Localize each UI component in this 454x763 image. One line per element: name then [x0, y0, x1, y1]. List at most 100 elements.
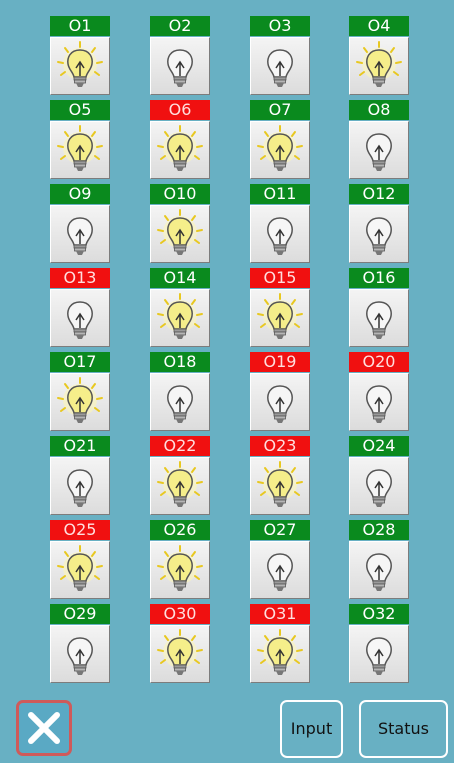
lightbulb-icon [257, 461, 303, 507]
lightbulb-icon [67, 469, 93, 507]
lightbulb-icon [366, 469, 392, 507]
output-cell: O15 [250, 268, 310, 347]
lightbulb-icon [366, 301, 392, 339]
lightbulb-icon [366, 385, 392, 423]
output-cell: O12 [349, 184, 409, 263]
input-button[interactable]: Input [280, 700, 343, 758]
output-label: O15 [250, 268, 310, 288]
output-toggle-button[interactable] [349, 121, 409, 179]
output-toggle-button[interactable] [150, 625, 210, 683]
output-label: O3 [250, 16, 310, 36]
lightbulb-icon [67, 301, 93, 339]
output-cell: O23 [250, 436, 310, 515]
output-cell: O4 [349, 16, 409, 95]
output-label: O1 [50, 16, 110, 36]
output-label: O11 [250, 184, 310, 204]
output-label: O26 [150, 520, 210, 540]
output-toggle-button[interactable] [250, 121, 310, 179]
lightbulb-icon [67, 217, 93, 255]
output-toggle-button[interactable] [150, 37, 210, 95]
output-label: O17 [50, 352, 110, 372]
lightbulb-icon [366, 553, 392, 591]
output-toggle-button[interactable] [150, 457, 210, 515]
output-toggle-button[interactable] [150, 289, 210, 347]
lightbulb-icon [267, 385, 293, 423]
output-toggle-button[interactable] [349, 541, 409, 599]
output-toggle-button[interactable] [349, 37, 409, 95]
output-label: O24 [349, 436, 409, 456]
output-cell: O24 [349, 436, 409, 515]
output-toggle-button[interactable] [349, 205, 409, 263]
output-cell: O11 [250, 184, 310, 263]
output-cell: O25 [50, 520, 110, 599]
output-label: O12 [349, 184, 409, 204]
lightbulb-icon [157, 125, 203, 171]
lightbulb-icon [257, 629, 303, 675]
output-cell: O26 [150, 520, 210, 599]
output-toggle-button[interactable] [250, 289, 310, 347]
output-cell: O9 [50, 184, 110, 263]
output-label: O30 [150, 604, 210, 624]
output-cell: O14 [150, 268, 210, 347]
output-toggle-button[interactable] [50, 121, 110, 179]
output-cell: O5 [50, 100, 110, 179]
lightbulb-icon [257, 125, 303, 171]
output-label: O6 [150, 100, 210, 120]
lightbulb-icon [57, 545, 103, 591]
output-cell: O17 [50, 352, 110, 431]
lightbulb-icon [267, 217, 293, 255]
lightbulb-icon [57, 377, 103, 423]
output-toggle-button[interactable] [50, 457, 110, 515]
output-toggle-button[interactable] [250, 457, 310, 515]
output-label: O14 [150, 268, 210, 288]
output-label: O31 [250, 604, 310, 624]
status-button[interactable]: Status [359, 700, 448, 758]
output-toggle-button[interactable] [50, 37, 110, 95]
output-label: O13 [50, 268, 110, 288]
output-cell: O30 [150, 604, 210, 683]
output-toggle-button[interactable] [50, 373, 110, 431]
output-toggle-button[interactable] [250, 205, 310, 263]
output-cell: O32 [349, 604, 409, 683]
output-toggle-button[interactable] [349, 289, 409, 347]
lightbulb-icon [157, 461, 203, 507]
output-toggle-button[interactable] [50, 625, 110, 683]
output-toggle-button[interactable] [150, 121, 210, 179]
lightbulb-icon [267, 553, 293, 591]
output-cell: O20 [349, 352, 409, 431]
output-toggle-button[interactable] [50, 289, 110, 347]
output-label: O2 [150, 16, 210, 36]
output-toggle-button[interactable] [50, 541, 110, 599]
output-cell: O27 [250, 520, 310, 599]
output-toggle-button[interactable] [250, 625, 310, 683]
output-toggle-button[interactable] [349, 625, 409, 683]
close-icon [28, 712, 60, 744]
output-toggle-button[interactable] [150, 205, 210, 263]
output-toggle-button[interactable] [349, 457, 409, 515]
lightbulb-icon [157, 293, 203, 339]
output-cell: O19 [250, 352, 310, 431]
lightbulb-icon [157, 545, 203, 591]
close-button[interactable] [16, 700, 72, 756]
output-label: O7 [250, 100, 310, 120]
output-label: O18 [150, 352, 210, 372]
output-toggle-button[interactable] [250, 37, 310, 95]
output-label: O4 [349, 16, 409, 36]
output-toggle-button[interactable] [50, 205, 110, 263]
output-cell: O22 [150, 436, 210, 515]
output-toggle-button[interactable] [250, 541, 310, 599]
output-label: O5 [50, 100, 110, 120]
output-cell: O1 [50, 16, 110, 95]
lightbulb-icon [366, 637, 392, 675]
output-grid: O1 O2 O3 O4 O5 O6 O7 O8 O9 O10 O11 O12 O13 O14 O15 O16 O… [0, 0, 454, 700]
output-toggle-button[interactable] [349, 373, 409, 431]
output-label: O10 [150, 184, 210, 204]
output-toggle-button[interactable] [250, 373, 310, 431]
output-toggle-button[interactable] [150, 541, 210, 599]
output-cell: O31 [250, 604, 310, 683]
output-toggle-button[interactable] [150, 373, 210, 431]
lightbulb-icon [157, 209, 203, 255]
output-label: O19 [250, 352, 310, 372]
lightbulb-icon [366, 217, 392, 255]
output-label: O27 [250, 520, 310, 540]
